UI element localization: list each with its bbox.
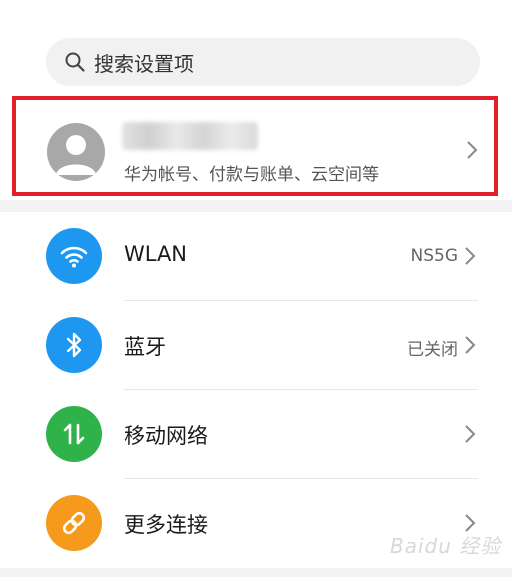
search-bar[interactable]: 搜索设置项 (46, 38, 480, 86)
settings-row-bluetooth[interactable]: 蓝牙 已关闭 (0, 301, 512, 390)
section-divider (0, 200, 512, 212)
account-row[interactable]: 华为帐号、付款与账单、云空间等 (12, 96, 498, 196)
settings-row-value: 已关闭 (407, 340, 458, 360)
link-icon (46, 495, 102, 551)
chevron-right-icon (465, 247, 476, 265)
settings-row-value: NS5G (410, 246, 459, 266)
settings-row-mobile-network[interactable]: 移动网络 (0, 390, 512, 479)
section-divider (0, 568, 512, 577)
bluetooth-icon (46, 317, 102, 373)
settings-row-label: 移动网络 (124, 424, 208, 448)
watermark: Baidu 经验 (390, 534, 502, 558)
account-name-blurred (122, 122, 258, 150)
chevron-right-icon (465, 425, 476, 443)
settings-row-wlan[interactable]: WLAN NS5G (0, 212, 512, 301)
settings-row-label: 更多连接 (124, 513, 208, 537)
wifi-icon (46, 228, 102, 284)
search-icon (64, 51, 86, 73)
settings-row-label: 蓝牙 (124, 335, 166, 359)
settings-list: WLAN NS5G 蓝牙 已关闭 移动网络 更多连接 (0, 212, 512, 568)
settings-row-label: WLAN (124, 242, 188, 266)
chevron-right-icon (465, 336, 476, 354)
search-placeholder: 搜索设置项 (94, 51, 194, 76)
avatar (47, 123, 105, 181)
chevron-right-icon (467, 141, 478, 159)
account-subtitle: 华为帐号、付款与账单、云空间等 (124, 165, 379, 185)
mobile-data-icon (46, 406, 102, 462)
